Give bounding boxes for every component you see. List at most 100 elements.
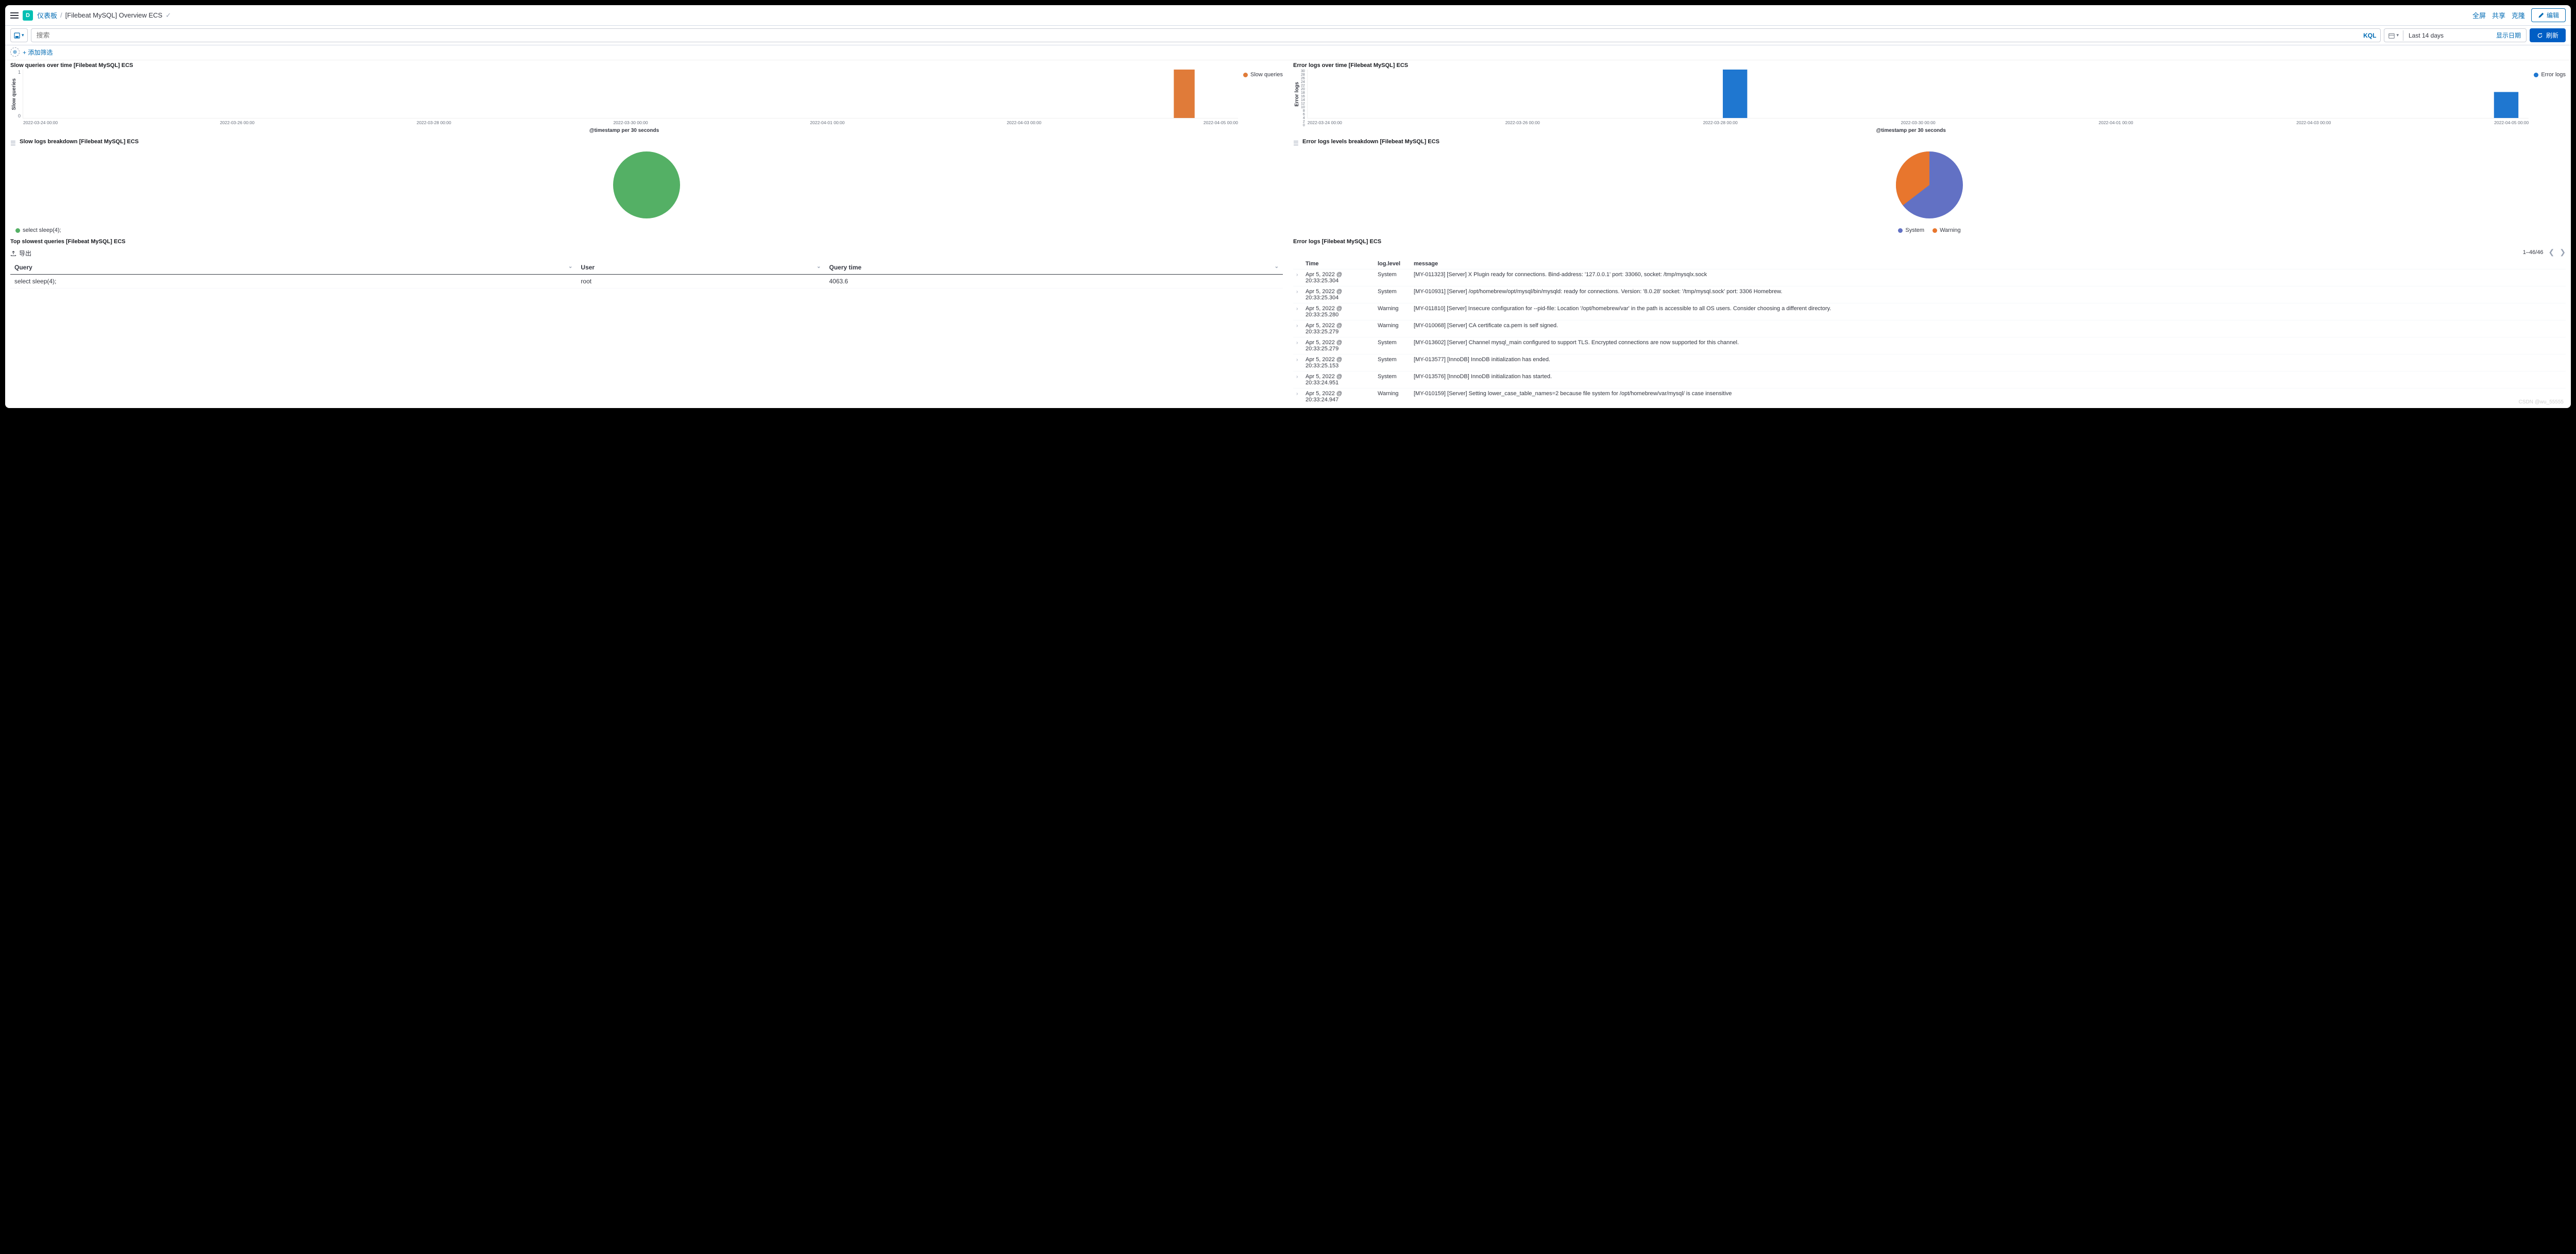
date-picker[interactable]: ▾ Last 14 days 显示日期 [2384, 28, 2527, 42]
breadcrumb: 仪表板 / [Filebeat MySQL] Overview ECS ✓ [37, 10, 171, 20]
bar[interactable] [1174, 70, 1194, 118]
watermark: CSDN @wu_55555 [2519, 399, 2564, 405]
column-header-level[interactable]: log.level [1375, 259, 1411, 269]
prev-page-icon[interactable]: ❮ [2549, 248, 2555, 257]
sort-icon: ⌄ [817, 264, 821, 269]
expand-row-icon[interactable]: › [1296, 323, 1302, 329]
chart-plot-area[interactable]: 2022-03-24 00:00 2022-03-26 00:00 2022-0… [23, 70, 1238, 118]
y-axis-label: Slow queries [10, 78, 18, 110]
panel-top-slowest-queries: Top slowest queries [Filebeat MySQL] ECS… [5, 236, 1288, 408]
breadcrumb-current: [Filebeat MySQL] Overview ECS [65, 11, 163, 19]
date-range-text[interactable]: Last 14 days [2403, 30, 2491, 41]
dashboard-grid: Slow queries over time [Filebeat MySQL] … [5, 60, 2571, 408]
y-axis-label: Error logs [1293, 82, 1301, 107]
expand-row-icon[interactable]: › [1296, 289, 1302, 295]
sort-icon: ⌄ [1275, 264, 1279, 269]
panel-title: Top slowest queries [Filebeat MySQL] ECS [10, 239, 1283, 245]
panel-error-logs-breakdown: ☰ Error logs levels breakdown [Filebeat … [1288, 137, 2571, 236]
panel-options-icon[interactable]: ☰ [10, 140, 16, 147]
legend-dot-icon [2534, 73, 2538, 77]
expand-row-icon[interactable]: › [1296, 340, 1302, 346]
panel-title: Slow queries over time [Filebeat MySQL] … [10, 62, 1283, 69]
filter-options-icon[interactable]: ⊕ [10, 47, 20, 57]
query-bar: ▾ KQL ▾ Last 14 days 显示日期 刷新 [5, 26, 2571, 45]
chevron-down-icon: ▾ [2396, 32, 2399, 38]
pie-chart[interactable] [1893, 149, 1965, 221]
refresh-button[interactable]: 刷新 [2530, 28, 2566, 42]
saved-query-dropdown[interactable]: ▾ [10, 28, 28, 42]
search-input[interactable] [36, 29, 2360, 42]
panel-title: Error logs levels breakdown [Filebeat My… [1302, 139, 2566, 145]
clone-link[interactable]: 克隆 [2512, 10, 2525, 20]
hamburger-menu-icon[interactable] [10, 12, 19, 19]
x-axis-ticks: 2022-03-24 00:00 2022-03-26 00:00 2022-0… [1308, 120, 2529, 125]
legend-dot-icon [1898, 228, 1903, 233]
panel-slow-queries-over-time: Slow queries over time [Filebeat MySQL] … [5, 60, 1288, 137]
panel-error-logs-over-time: Error logs over time [Filebeat MySQL] EC… [1288, 60, 2571, 137]
bar[interactable] [2494, 92, 2518, 118]
table-row[interactable]: ›Apr 5, 2022 @ 20:33:25.153System[MY-013… [1293, 354, 2566, 371]
top-slowest-table: Query⌄ User⌄ Query time⌄ select sleep(4)… [10, 261, 1283, 289]
legend-item[interactable]: Slow queries [1243, 72, 1283, 78]
app-logo[interactable]: D [23, 10, 33, 21]
legend-dot-icon [15, 228, 20, 233]
filter-bar: ⊕ + 添加筛选 [5, 45, 2571, 60]
add-filter-link[interactable]: + 添加筛选 [23, 48, 53, 57]
legend-item[interactable]: select sleep(4); [15, 227, 61, 233]
expand-row-icon[interactable]: › [1296, 391, 1302, 397]
table-row[interactable]: ›Apr 5, 2022 @ 20:33:25.280Warning[MY-01… [1293, 303, 2566, 320]
kql-toggle[interactable]: KQL [2359, 32, 2376, 39]
column-header-querytime[interactable]: Query time⌄ [825, 261, 1283, 275]
table-row[interactable]: ›Apr 5, 2022 @ 20:33:25.279Warning[MY-01… [1293, 320, 2566, 337]
panel-slow-logs-breakdown: ☰ Slow logs breakdown [Filebeat MySQL] E… [5, 137, 1288, 236]
table-row[interactable]: ›Apr 5, 2022 @ 20:33:24.947Warning[MY-01… [1293, 388, 2566, 405]
column-header-message[interactable]: message [1411, 259, 2566, 269]
panel-options-icon[interactable]: ☰ [1293, 140, 1299, 147]
expand-row-icon[interactable]: › [1296, 357, 1302, 363]
share-link[interactable]: 共享 [2492, 10, 2505, 20]
chevron-down-icon: ▾ [22, 32, 24, 38]
edit-button-label: 编辑 [2547, 11, 2559, 20]
chart-plot-area[interactable]: 2022-03-24 00:00 2022-03-26 00:00 2022-0… [1307, 70, 2529, 118]
refresh-button-label: 刷新 [2546, 31, 2558, 40]
calendar-icon[interactable]: ▾ [2384, 30, 2403, 41]
x-axis-label: @timestamp per 30 seconds [10, 128, 1238, 133]
pager-text: 1–46/46 [2523, 249, 2544, 256]
fullscreen-link[interactable]: 全屏 [2472, 10, 2486, 20]
sort-icon: ⌄ [568, 264, 572, 269]
legend-item[interactable]: Warning [1933, 227, 1961, 233]
pencil-icon [2538, 12, 2544, 19]
favorite-toggle-icon[interactable]: ✓ [165, 11, 171, 20]
pie-chart[interactable] [611, 149, 683, 221]
legend-item[interactable]: System [1898, 227, 1924, 233]
expand-row-icon[interactable]: › [1296, 374, 1302, 380]
expand-row-icon[interactable]: › [1296, 306, 1302, 312]
export-icon [10, 250, 16, 257]
error-logs-table: Time log.level message ›Apr 5, 2022 @ 20… [1293, 259, 2566, 405]
column-header-time[interactable]: Time [1302, 259, 1375, 269]
search-input-container[interactable]: KQL [31, 28, 2381, 42]
bar[interactable] [1723, 70, 1747, 118]
legend-item[interactable]: Error logs [2534, 72, 2566, 78]
x-axis-label: @timestamp per 30 seconds [1293, 128, 2529, 133]
app-header: D 仪表板 / [Filebeat MySQL] Overview ECS ✓ … [5, 5, 2571, 26]
edit-button[interactable]: 编辑 [2531, 8, 2566, 22]
table-row[interactable]: ›Apr 5, 2022 @ 20:33:25.304System[MY-010… [1293, 286, 2566, 303]
export-button[interactable]: 导出 [10, 246, 1283, 261]
refresh-icon [2537, 32, 2543, 39]
table-row[interactable]: ›Apr 5, 2022 @ 20:33:25.304System[MY-011… [1293, 269, 2566, 286]
panel-title: Error logs [Filebeat MySQL] ECS [1293, 239, 2566, 245]
breadcrumb-sep: / [60, 11, 62, 19]
breadcrumb-root[interactable]: 仪表板 [37, 10, 57, 20]
table-row[interactable]: ›Apr 5, 2022 @ 20:33:25.279System[MY-013… [1293, 337, 2566, 354]
legend-dot-icon [1933, 228, 1937, 233]
expand-row-icon[interactable]: › [1296, 272, 1302, 278]
disk-icon [14, 32, 20, 39]
show-date-link[interactable]: 显示日期 [2491, 29, 2526, 42]
column-header-query[interactable]: Query⌄ [10, 261, 577, 275]
table-row[interactable]: select sleep(4);root4063.6 [10, 275, 1283, 289]
table-row[interactable]: ›Apr 5, 2022 @ 20:33:24.951System[MY-013… [1293, 371, 2566, 388]
column-header-user[interactable]: User⌄ [577, 261, 825, 275]
legend-dot-icon [1243, 73, 1248, 77]
next-page-icon[interactable]: ❯ [2560, 248, 2566, 257]
